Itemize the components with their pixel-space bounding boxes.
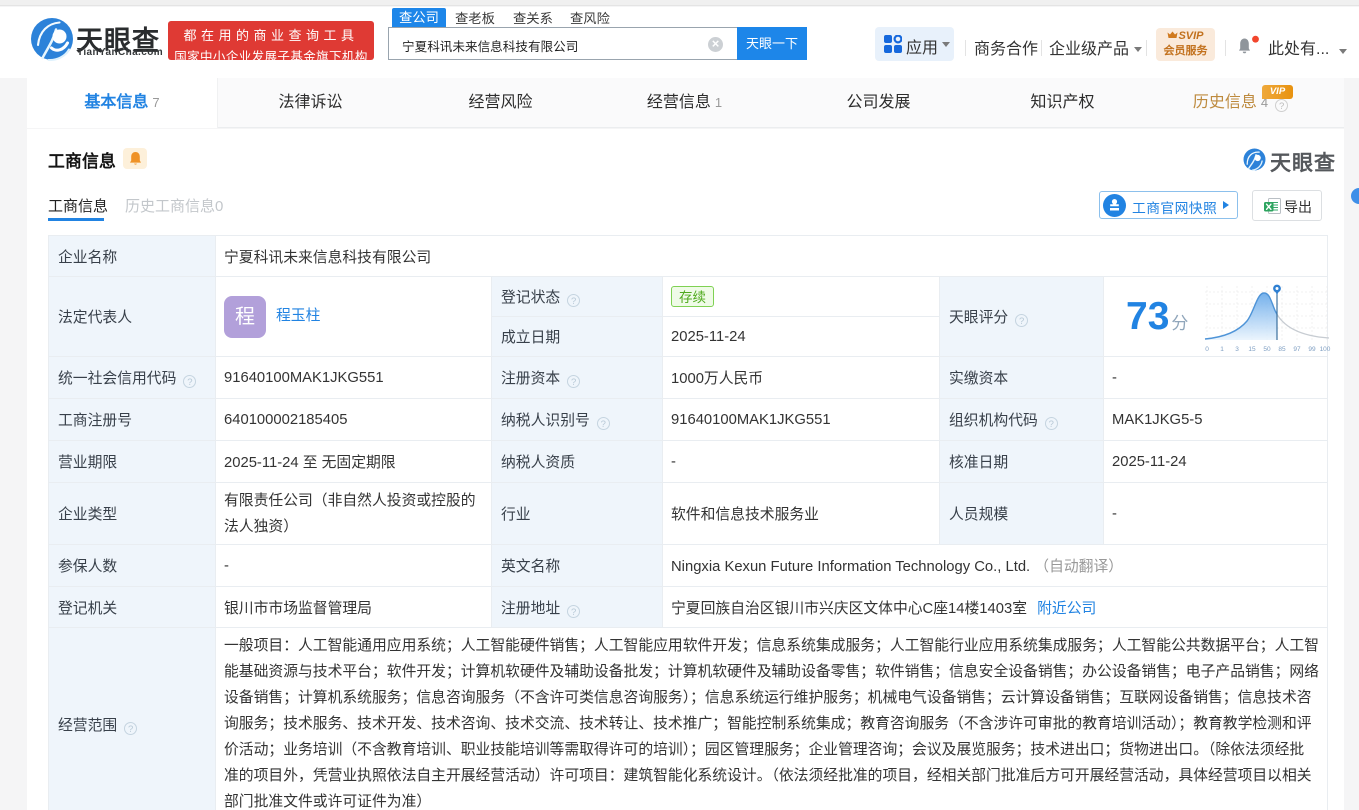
svg-text:1: 1: [1220, 346, 1224, 353]
svg-text:50: 50: [1263, 346, 1271, 353]
svg-text:100: 100: [1320, 346, 1331, 353]
svg-text:85: 85: [1278, 346, 1286, 353]
svg-text:97: 97: [1293, 346, 1301, 353]
svg-text:0: 0: [1205, 346, 1209, 353]
svg-text:99: 99: [1308, 346, 1316, 353]
svg-text:3: 3: [1235, 346, 1239, 353]
svg-text:15: 15: [1248, 346, 1256, 353]
